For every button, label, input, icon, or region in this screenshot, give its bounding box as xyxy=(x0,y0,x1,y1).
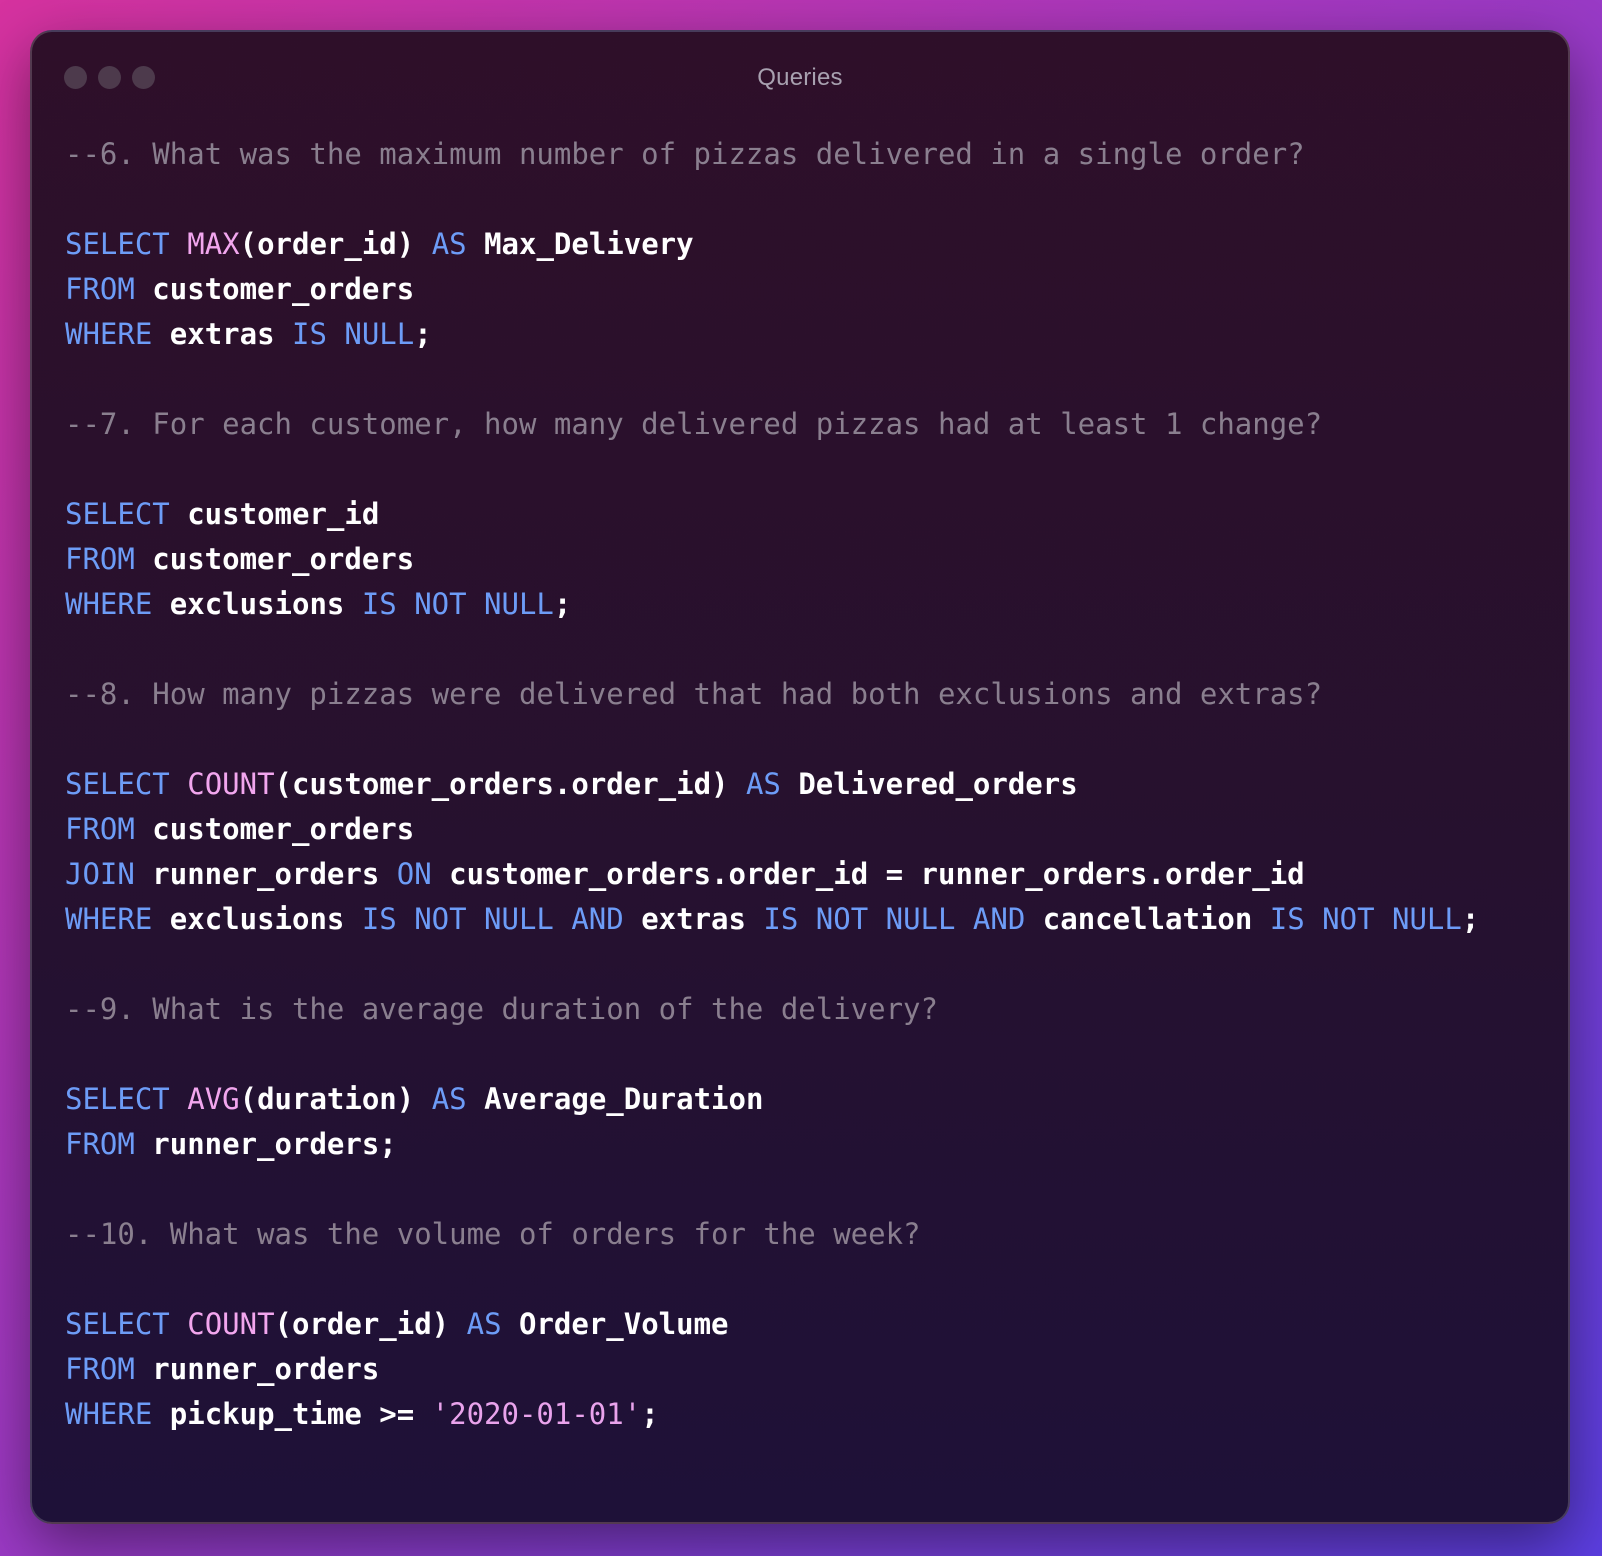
keyword-token: FROM xyxy=(65,542,135,576)
identifier-token: cancellation xyxy=(1025,902,1270,936)
code-line: WHERE exclusions IS NOT NULL AND extras … xyxy=(65,897,1558,942)
code-line: SELECT AVG(duration) AS Average_Duration xyxy=(65,1077,1558,1122)
identifier-token: extras xyxy=(152,317,292,351)
keyword-token: WHERE xyxy=(65,902,153,936)
identifier-token: Delivered_orders xyxy=(780,767,1078,801)
code-comment-line: --10. What was the volume of orders for … xyxy=(65,1212,1558,1257)
code-comment-line: --6. What was the maximum number of pizz… xyxy=(65,132,1558,177)
code-comment-line: --8. How many pizzas were delivered that… xyxy=(65,672,1558,717)
code-line: SELECT customer_id xyxy=(65,492,1558,537)
identifier-token: customer_orders xyxy=(134,542,415,576)
code-line: FROM runner_orders; xyxy=(65,1122,1558,1167)
code-line: SELECT COUNT(customer_orders.order_id) A… xyxy=(65,762,1558,807)
keyword-token: JOIN xyxy=(65,857,135,891)
keyword-token: AS xyxy=(431,1082,467,1116)
code-comment-line: --9. What is the average duration of the… xyxy=(65,987,1558,1032)
function-token: MAX xyxy=(187,227,240,261)
identifier-token: (order_id) xyxy=(274,1307,467,1341)
identifier-token xyxy=(170,1082,187,1116)
identifier-token: ; xyxy=(1461,902,1480,936)
identifier-token: ; xyxy=(641,1397,659,1431)
keyword-token: WHERE xyxy=(65,587,153,621)
code-line: WHERE extras IS NULL; xyxy=(65,312,1558,357)
keyword-token: SELECT xyxy=(65,767,170,801)
identifier-token: runner_orders xyxy=(134,857,397,891)
identifier-token: customer_orders xyxy=(134,812,415,846)
identifier-token: ; xyxy=(414,317,432,351)
comment-token: --10. What was the volume of orders for … xyxy=(65,1217,921,1251)
code-line: SELECT COUNT(order_id) AS Order_Volume xyxy=(65,1302,1558,1347)
identifier-token: exclusions xyxy=(152,587,362,621)
code-line: SELECT MAX(order_id) AS Max_Delivery xyxy=(65,222,1558,267)
identifier-token: exclusions xyxy=(152,902,362,936)
keyword-token: FROM xyxy=(65,272,135,306)
code-line: FROM customer_orders xyxy=(65,537,1558,582)
identifier-token: runner_orders xyxy=(134,1352,380,1386)
keyword-token: IS NOT NULL AND xyxy=(763,902,1026,936)
comment-token: --8. How many pizzas were delivered that… xyxy=(65,677,1323,711)
code-line: WHERE pickup_time >= '2020-01-01'; xyxy=(65,1392,1558,1437)
keyword-token: IS NOT NULL AND xyxy=(361,902,624,936)
code-line: JOIN runner_orders ON customer_orders.or… xyxy=(65,852,1558,897)
identifier-token: Max_Delivery xyxy=(466,227,694,261)
code-line: FROM runner_orders xyxy=(65,1347,1558,1392)
comment-token: --6. What was the maximum number of pizz… xyxy=(65,137,1305,171)
keyword-token: IS NULL xyxy=(292,317,415,351)
identifier-token xyxy=(170,1307,187,1341)
code-window: Queries --6. What was the maximum number… xyxy=(30,30,1570,1524)
string-token: '2020-01-01' xyxy=(431,1397,642,1431)
identifier-token: customer_id xyxy=(169,497,380,531)
code-block: --6. What was the maximum number of pizz… xyxy=(65,132,1558,1437)
identifier-token: runner_orders; xyxy=(134,1127,397,1161)
keyword-token: WHERE xyxy=(65,1397,153,1431)
keyword-token: FROM xyxy=(65,812,135,846)
keyword-token: SELECT xyxy=(65,1307,170,1341)
keyword-token: AS xyxy=(431,227,467,261)
identifier-token: (duration) xyxy=(239,1082,432,1116)
identifier-token: Average_Duration xyxy=(466,1082,764,1116)
identifier-token: ; xyxy=(553,587,572,621)
identifier-token: Order_Volume xyxy=(501,1307,729,1341)
keyword-token: SELECT xyxy=(65,497,170,531)
identifier-token: (customer_orders.order_id) xyxy=(274,767,746,801)
keyword-token: AS xyxy=(466,1307,502,1341)
keyword-token: WHERE xyxy=(65,317,153,351)
identifier-token: customer_orders xyxy=(134,272,415,306)
identifier-token xyxy=(170,767,187,801)
keyword-token: SELECT xyxy=(65,1082,170,1116)
code-line: WHERE exclusions IS NOT NULL; xyxy=(65,582,1558,627)
keyword-token: FROM xyxy=(65,1352,135,1386)
function-token: COUNT xyxy=(187,1307,275,1341)
keyword-token: SELECT xyxy=(65,227,170,261)
keyword-token: FROM xyxy=(65,1127,135,1161)
keyword-token: AS xyxy=(745,767,781,801)
keyword-token: IS NOT NULL xyxy=(1269,902,1462,936)
code-line: FROM customer_orders xyxy=(65,267,1558,312)
code-comment-line: --7. For each customer, how many deliver… xyxy=(65,402,1558,447)
function-token: AVG xyxy=(187,1082,240,1116)
function-token: COUNT xyxy=(187,767,275,801)
comment-token: --9. What is the average duration of the… xyxy=(65,992,938,1026)
identifier-token xyxy=(170,227,187,261)
identifier-token: extras xyxy=(623,902,764,936)
keyword-token: ON xyxy=(396,857,432,891)
comment-token: --7. For each customer, how many deliver… xyxy=(65,407,1323,441)
window-titlebar: Queries xyxy=(32,32,1568,122)
code-line: FROM customer_orders xyxy=(65,807,1558,852)
identifier-token: (order_id) xyxy=(239,227,432,261)
identifier-token: pickup_time >= xyxy=(152,1397,432,1431)
keyword-token: IS NOT NULL xyxy=(361,587,554,621)
identifier-token: customer_orders.order_id = runner_orders… xyxy=(431,857,1305,891)
window-title: Queries xyxy=(757,64,843,91)
